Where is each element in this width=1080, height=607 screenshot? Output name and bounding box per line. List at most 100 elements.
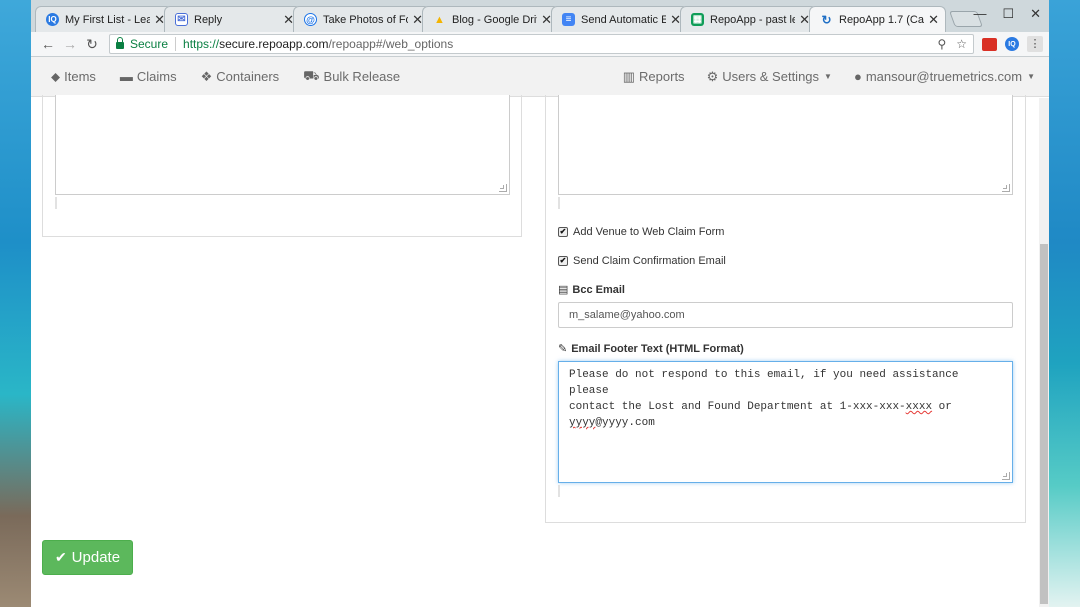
url-scheme: https://: [183, 37, 220, 51]
url-path: /repoapp#/web_options: [328, 37, 454, 51]
right-top-textarea[interactable]: [558, 95, 1013, 195]
maximize-icon[interactable]: ☐: [1002, 6, 1014, 22]
browser-menu-icon[interactable]: ⋮: [1027, 36, 1043, 52]
caret-down-icon: ▼: [1027, 72, 1035, 81]
bar-chart-icon: ▥: [622, 68, 636, 84]
tab-title: Take Photos of Fou: [323, 13, 408, 26]
right-panel: ✔ Add Venue to Web Claim Form ✔ Send Cla…: [545, 95, 1026, 523]
send-confirmation-checkbox-row[interactable]: ✔ Send Claim Confirmation Email: [558, 255, 726, 267]
drive-icon: ▲: [434, 13, 445, 26]
iq-extension-icon[interactable]: IQ: [1005, 37, 1019, 51]
edit-icon: ✎: [558, 343, 568, 355]
nav-claims[interactable]: ▬ Claims: [120, 69, 177, 84]
nav-users-settings[interactable]: ⚙ Users & Settings ▼: [707, 69, 832, 85]
nav-bulk-release[interactable]: ⛟ Bulk Release: [303, 68, 400, 86]
close-icon[interactable]: ✕: [928, 12, 939, 28]
extensions: IQ ⋮: [982, 36, 1043, 52]
sheets-icon: ▦: [691, 13, 704, 26]
dropbox-icon: ❖: [200, 68, 213, 84]
email-footer-textarea[interactable]: Please do not respond to this email, if …: [558, 361, 1013, 483]
nav-reports[interactable]: ▥ Reports: [623, 69, 685, 85]
back-icon[interactable]: ←: [37, 36, 59, 52]
bcc-email-value: m_salame@yahoo.com: [569, 309, 685, 321]
app-navbar: ⬥ Items ▬ Claims ❖ Containers ⛟ Bulk Rel…: [31, 57, 1049, 97]
tab-title: Reply: [194, 13, 223, 26]
nav-items-label: Items: [64, 69, 96, 84]
browser-window: IQ My First List - Lead ✕ ✉ Reply ✕ @ Ta…: [31, 0, 1049, 607]
tab-blog-google-drive[interactable]: ▲ Blog - Google Drive ✕: [422, 6, 559, 32]
tab-take-photos[interactable]: @ Take Photos of Fou ✕: [293, 6, 430, 32]
tab-send-automatic[interactable]: ≡ Send Automatic Em ✕: [551, 6, 688, 32]
add-venue-label: Add Venue to Web Claim Form: [573, 226, 725, 238]
footer-label-text: Email Footer Text (HTML Format): [571, 342, 744, 355]
tab-title: RepoApp - past lea: [710, 13, 796, 26]
page-content: ✔ Add Venue to Web Claim Form ✔ Send Cla…: [31, 95, 1049, 607]
nav-right: ▥ Reports ⚙ Users & Settings ▼ ● mansour…: [601, 69, 1035, 85]
nav-items[interactable]: ⬥ Items: [51, 69, 96, 85]
footer-text-misspelled: xxxx: [905, 401, 933, 413]
shopping-cart-icon: ⛟: [303, 67, 320, 83]
nav-bulk-release-label: Bulk Release: [323, 69, 401, 84]
tab-title: RepoApp 1.7 (Cach: [839, 13, 924, 26]
tab-repoapp-active[interactable]: ↻ RepoApp 1.7 (Cach ✕: [809, 6, 946, 32]
textarea-counter-bar: [55, 197, 57, 209]
tab-reply[interactable]: ✉ Reply ✕: [164, 6, 301, 32]
check-icon: ✔: [54, 549, 67, 565]
repoapp-icon: ↻: [821, 12, 832, 27]
desktop-wallpaper-right: [1049, 0, 1080, 607]
docs-icon: ≡: [562, 13, 575, 26]
omnibox-actions: ⚲ ☆: [937, 37, 967, 51]
gears-icon: ⚙: [706, 68, 719, 84]
file-icon: ▤: [558, 284, 569, 296]
nav-user-menu[interactable]: ● mansour@truemetrics.com ▼: [854, 69, 1035, 84]
textarea-counter-bar: [558, 485, 560, 497]
add-venue-checkbox-row[interactable]: ✔ Add Venue to Web Claim Form: [558, 226, 724, 238]
resize-handle[interactable]: [499, 184, 507, 192]
at-icon: @: [304, 13, 317, 26]
bcc-email-input[interactable]: m_salame@yahoo.com: [558, 302, 1013, 328]
nav-users-settings-label: Users & Settings: [722, 69, 820, 84]
scrollbar-thumb[interactable]: [1040, 244, 1048, 604]
footer-text-part: @yyyy.com: [595, 417, 655, 429]
resize-handle[interactable]: [1002, 472, 1010, 480]
bookmark-star-icon[interactable]: ☆: [956, 37, 967, 51]
address-bar[interactable]: Secure https:// secure.repoapp.com /repo…: [109, 34, 974, 54]
update-label: Update: [71, 549, 121, 566]
mail-icon: ✉: [175, 13, 188, 26]
page-scrollbar[interactable]: [1039, 98, 1049, 607]
lock-icon: [116, 36, 124, 49]
secure-label: Secure: [130, 37, 169, 51]
key-icon[interactable]: ⚲: [937, 37, 946, 51]
tab-title: My First List - Lead: [65, 13, 151, 26]
nav-containers[interactable]: ❖ Containers: [201, 69, 280, 85]
iq-icon: IQ: [46, 13, 59, 26]
send-confirmation-checkbox[interactable]: ✔: [558, 256, 568, 266]
forward-icon[interactable]: →: [59, 36, 81, 52]
tab-title: Send Automatic Em: [581, 13, 667, 26]
extension-icon[interactable]: [982, 37, 997, 51]
minimize-icon[interactable]: —: [973, 6, 986, 22]
send-confirmation-label: Send Claim Confirmation Email: [573, 255, 726, 267]
add-venue-checkbox[interactable]: ✔: [558, 227, 568, 237]
tab-strip: IQ My First List - Lead ✕ ✉ Reply ✕ @ Ta…: [31, 0, 1049, 32]
bcc-label-text: Bcc Email: [572, 283, 625, 296]
tab-my-first-list[interactable]: IQ My First List - Lead ✕: [35, 6, 172, 32]
bcc-email-label: ▤ Bcc Email: [558, 283, 625, 297]
desktop-wallpaper-left: [0, 0, 31, 607]
user-icon: ●: [853, 69, 862, 84]
tag-icon: ⬥: [51, 68, 61, 84]
secure-indicator[interactable]: Secure: [116, 36, 169, 51]
divider: [175, 37, 177, 51]
nav-reports-label: Reports: [639, 69, 685, 84]
nav-containers-label: Containers: [216, 69, 280, 84]
left-textarea[interactable]: [55, 95, 510, 195]
url-host: secure.repoapp.com: [219, 37, 329, 51]
resize-handle[interactable]: [1002, 184, 1010, 192]
folder-open-icon: ▬: [119, 69, 133, 84]
tab-title: Blog - Google Drive: [452, 13, 537, 26]
close-window-icon[interactable]: ✕: [1030, 6, 1041, 22]
user-email: mansour@truemetrics.com: [865, 69, 1023, 84]
reload-icon[interactable]: ↻: [81, 36, 103, 53]
tab-repoapp-past-leads[interactable]: ▦ RepoApp - past lea ✕: [680, 6, 817, 32]
update-button[interactable]: ✔ Update: [42, 540, 133, 575]
